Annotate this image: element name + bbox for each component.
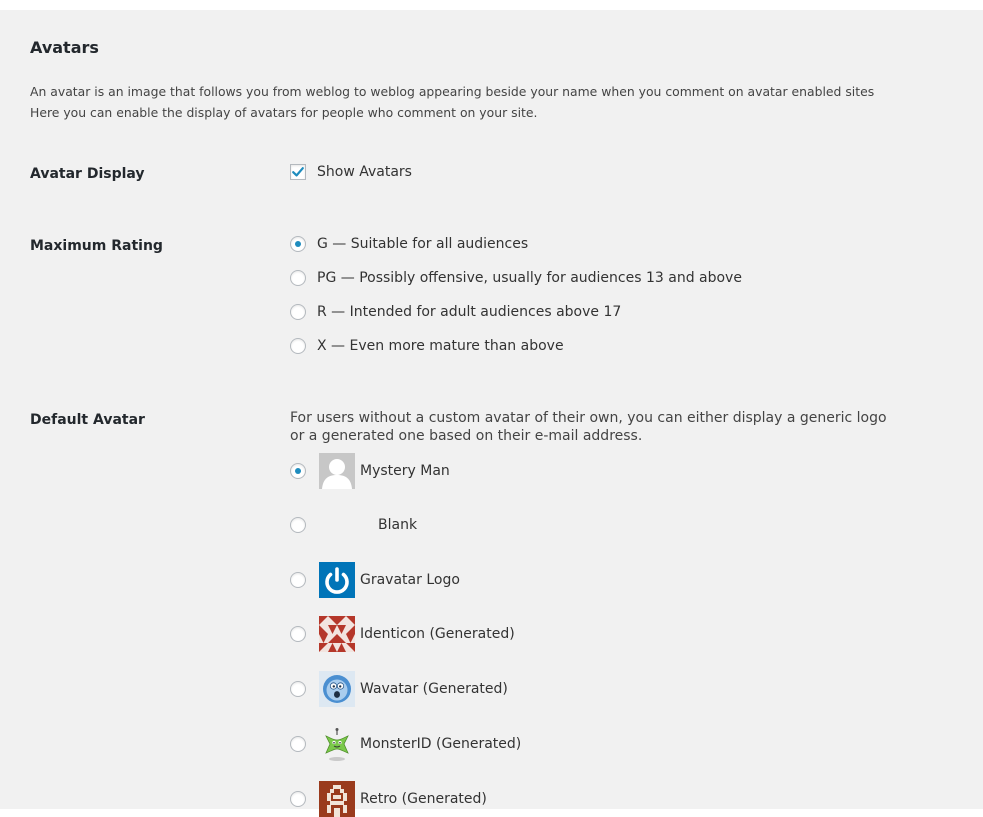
retro-icon [319, 781, 355, 817]
show-avatars-option[interactable]: Show Avatars [290, 164, 412, 180]
avatar-option-wavatar[interactable]: Wavatar (Generated) [290, 671, 508, 707]
avatar-radio-mystery-man[interactable] [290, 463, 306, 479]
intro-line-2: Here you can enable the display of avata… [30, 105, 538, 120]
rating-option-x[interactable]: X — Even more mature than above [290, 338, 564, 354]
avatar-label-wavatar: Wavatar (Generated) [360, 681, 508, 697]
avatar-radio-gravatar-logo[interactable] [290, 572, 306, 588]
avatar-radio-retro[interactable] [290, 791, 306, 807]
rating-option-r[interactable]: R — Intended for adult audiences above 1… [290, 304, 621, 320]
default-avatar-label: Default Avatar [30, 412, 145, 428]
avatar-label-retro: Retro (Generated) [360, 791, 487, 807]
rating-radio-r[interactable] [290, 304, 306, 320]
avatar-option-retro[interactable]: Retro (Generated) [290, 781, 487, 817]
avatar-label-gravatar-logo: Gravatar Logo [360, 572, 460, 588]
avatar-radio-wavatar[interactable] [290, 681, 306, 697]
intro-line-1: An avatar is an image that follows you f… [30, 84, 875, 99]
avatar-label-mystery-man: Mystery Man [360, 463, 450, 479]
maximum-rating-label: Maximum Rating [30, 238, 163, 254]
avatar-label-identicon: Identicon (Generated) [360, 626, 515, 642]
avatars-settings-panel: Avatars An avatar is an image that follo… [0, 0, 983, 817]
wavatar-icon [319, 671, 355, 707]
avatar-label-blank: Blank [378, 517, 418, 533]
avatar-option-mystery-man[interactable]: Mystery Man [290, 453, 450, 489]
rating-label-r: R — Intended for adult audiences above 1… [317, 304, 622, 320]
avatar-option-monsterid[interactable]: MonsterID (Generated) [290, 726, 521, 762]
avatar-display-label: Avatar Display [30, 166, 145, 182]
default-avatar-description-line-1: For users without a custom avatar of the… [290, 410, 887, 426]
rating-label-pg: PG — Possibly offensive, usually for aud… [317, 270, 742, 286]
rating-radio-g[interactable] [290, 236, 306, 252]
section-intro: An avatar is an image that follows you f… [30, 81, 874, 123]
rating-radio-x[interactable] [290, 338, 306, 354]
rating-option-pg[interactable]: PG — Possibly offensive, usually for aud… [290, 270, 742, 286]
section-title: Avatars [30, 38, 99, 57]
blank-icon [319, 507, 355, 543]
avatar-radio-blank[interactable] [290, 517, 306, 533]
avatar-label-monsterid: MonsterID (Generated) [360, 736, 522, 752]
rating-option-g[interactable]: G — Suitable for all audiences [290, 236, 528, 252]
identicon-icon [319, 616, 355, 652]
avatar-radio-identicon[interactable] [290, 626, 306, 642]
default-avatar-description-line-2: or a generated one based on their e-mail… [290, 428, 643, 444]
checkmark-icon [292, 167, 304, 177]
avatar-option-gravatar-logo[interactable]: Gravatar Logo [290, 562, 460, 598]
gravatar-logo-icon [319, 562, 355, 598]
monsterid-icon [319, 726, 355, 762]
mystery-man-icon [319, 453, 355, 489]
avatar-radio-monsterid[interactable] [290, 736, 306, 752]
show-avatars-checkbox[interactable] [290, 164, 306, 180]
rating-label-x: X — Even more mature than above [317, 338, 564, 354]
show-avatars-label: Show Avatars [317, 164, 412, 180]
rating-radio-pg[interactable] [290, 270, 306, 286]
rating-label-g: G — Suitable for all audiences [317, 236, 529, 252]
avatar-option-blank[interactable]: Blank [290, 507, 417, 543]
avatar-option-identicon[interactable]: Identicon (Generated) [290, 616, 515, 652]
default-avatar-description: For users without a custom avatar of the… [290, 409, 887, 445]
